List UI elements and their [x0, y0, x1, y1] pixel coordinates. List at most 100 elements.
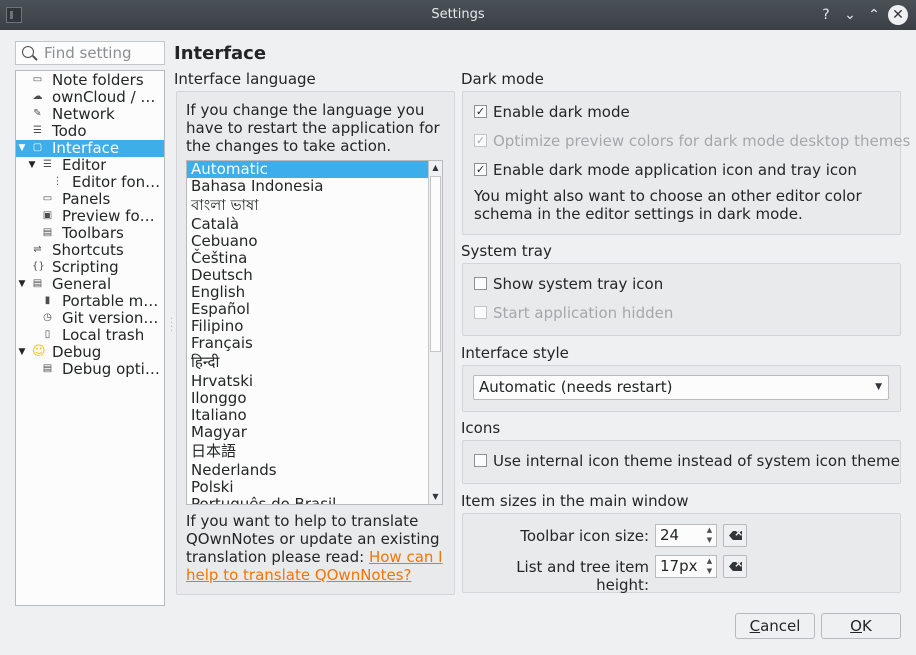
general-icon: ▤	[32, 278, 43, 289]
sidebar-item-editor-font[interactable]: ⋮ Editor font…	[16, 174, 164, 191]
sidebar-item-local-trash[interactable]: ▯ Local trash	[16, 327, 164, 344]
language-option[interactable]: English	[187, 284, 442, 301]
language-option[interactable]: Automatic	[187, 161, 442, 178]
sidebar-item-debug-opti[interactable]: ▤ Debug opti…	[16, 361, 164, 378]
sidebar-item-scripting[interactable]: {} Scripting	[16, 259, 164, 276]
shortcuts-icon: ⇌	[33, 244, 42, 255]
scripting-icon: {}	[32, 261, 45, 272]
language-option[interactable]: Nederlands	[187, 462, 442, 479]
checkbox-indicator[interactable]	[474, 454, 487, 467]
reset-tree-height-button[interactable]	[723, 555, 747, 578]
minimize-button[interactable]: ⌄	[840, 5, 860, 25]
sidebar-item-toolbars[interactable]: ▤ Toolbars	[16, 225, 164, 242]
stepper-arrows-icon[interactable]: ▲ ▼	[703, 556, 716, 577]
cloud-icon: ☁	[32, 91, 43, 102]
expand-arrow-icon[interactable]: ▼	[17, 344, 27, 361]
close-button[interactable]: ✕	[888, 5, 908, 25]
scroll-thumb[interactable]	[430, 176, 441, 352]
language-option[interactable]: Português do Brasil	[187, 496, 442, 505]
language-option[interactable]: Bahasa Indonesia	[187, 178, 442, 195]
expand-arrow-icon[interactable]: ▼	[17, 140, 27, 157]
language-option[interactable]: Ilonggo	[187, 390, 442, 407]
sidebar-item-label: Debug	[52, 344, 102, 361]
settings-tree[interactable]: ▭ Note folders ☁ ownCloud / … ✎ Network ☰ Todo ▼…	[15, 70, 165, 606]
language-option[interactable]: 日本語	[187, 441, 442, 462]
network-icon: ✎	[33, 108, 42, 119]
checkbox-indicator[interactable]: ✓	[474, 163, 487, 176]
tree-item-height-stepper[interactable]: 17px ▲ ▼	[655, 555, 717, 578]
scroll-up-icon[interactable]: ▲	[429, 161, 442, 175]
stepper-arrows-icon[interactable]: ▲ ▼	[703, 525, 716, 546]
search-input[interactable]	[44, 43, 162, 63]
language-option[interactable]: বাংলা ভাষা	[187, 195, 442, 216]
sidebar-item-label: Network	[52, 106, 115, 123]
sidebar-item-label: Toolbars	[62, 225, 124, 242]
language-option[interactable]: हिन्दी	[187, 352, 442, 373]
sidebar-item-panels[interactable]: ▭ Panels	[16, 191, 164, 208]
preview-icon: ▣	[42, 210, 53, 221]
language-option[interactable]: Hrvatski	[187, 373, 442, 390]
sidebar-item-label: Local trash	[62, 327, 145, 344]
sidebar-item-interface[interactable]: ▼ ▢ Interface	[16, 140, 164, 157]
language-option[interactable]: Filipino	[187, 318, 442, 335]
reset-toolbar-size-button[interactable]	[723, 524, 747, 547]
language-option[interactable]: Español	[187, 301, 442, 318]
checkbox-indicator	[474, 306, 487, 319]
chevron-down-icon: ▼	[875, 382, 882, 392]
clear-icon	[729, 531, 742, 540]
language-option[interactable]: Čeština	[187, 250, 442, 267]
sidebar-item-label: Interface	[52, 140, 120, 157]
sidebar-item-network[interactable]: ✎ Network	[16, 106, 164, 123]
icons-heading: Icons	[461, 419, 501, 437]
checkbox-indicator: ✓	[474, 134, 487, 147]
sidebar-item-owncloud[interactable]: ☁ ownCloud / …	[16, 89, 164, 106]
interface-icon: ▢	[32, 142, 43, 153]
scroll-down-icon[interactable]: ▼	[429, 490, 442, 504]
sidebar-item-git-versioning[interactable]: ◷ Git versioning	[16, 310, 164, 327]
todo-icon: ☰	[33, 125, 42, 136]
help-button[interactable]: ?	[816, 5, 836, 25]
splitter-handle[interactable]: · · · ·	[170, 315, 173, 337]
sidebar-item-note-folders[interactable]: ▭ Note folders	[16, 72, 164, 89]
panels-icon: ▭	[42, 193, 53, 204]
sidebar-item-label: Scripting	[52, 259, 119, 276]
language-option[interactable]: Català	[187, 216, 442, 233]
sidebar-item-general[interactable]: ▼ ▤ General	[16, 276, 164, 293]
language-option[interactable]: Français	[187, 335, 442, 352]
expand-arrow-icon[interactable]: ▼	[27, 157, 37, 174]
toolbars-icon: ▤	[42, 227, 53, 238]
sidebar-item-label: Editor	[62, 157, 107, 174]
sidebar-item-editor[interactable]: ▼ ☰ Editor	[16, 157, 164, 174]
interface-style-select[interactable]: Automatic (needs restart) ▼	[473, 375, 889, 400]
checkbox-indicator[interactable]: ✓	[474, 105, 487, 118]
sidebar-item-shortcuts[interactable]: ⇌ Shortcuts	[16, 242, 164, 259]
language-list[interactable]: Automatic Bahasa Indonesia বাংলা ভাষা Catal…	[186, 160, 443, 505]
toolbar-icon-size-stepper[interactable]: 24 ▲ ▼	[655, 524, 717, 547]
editor-icon: ☰	[43, 159, 52, 170]
sidebar-item-preview-fonts[interactable]: ▣ Preview fonts	[16, 208, 164, 225]
checkbox-indicator[interactable]	[474, 277, 487, 290]
sidebar-item-label: Editor font…	[72, 174, 162, 191]
page-title: Interface	[174, 43, 267, 64]
sidebar-item-todo[interactable]: ☰ Todo	[16, 123, 164, 140]
tree-item-height-label: List and tree item height:	[516, 558, 649, 594]
expand-arrow-icon[interactable]: ▼	[17, 276, 27, 293]
sidebar-item-debug[interactable]: ▼ ☺ Debug	[16, 344, 164, 361]
dark-mode-heading: Dark mode	[461, 70, 544, 88]
language-scrollbar[interactable]: ▲ ▼	[428, 161, 442, 504]
cancel-button[interactable]: Cancel	[735, 613, 815, 639]
search-box[interactable]	[15, 41, 165, 65]
sidebar-item-portable-m[interactable]: ▮ Portable m…	[16, 293, 164, 310]
item-sizes-heading: Item sizes in the main window	[461, 492, 689, 510]
language-option[interactable]: Italiano	[187, 407, 442, 424]
ok-button[interactable]: OK	[821, 613, 901, 639]
system-tray-heading: System tray	[461, 242, 552, 260]
language-option[interactable]: Cebuano	[187, 233, 442, 250]
language-option[interactable]: Deutsch	[187, 267, 442, 284]
language-option[interactable]: Magyar	[187, 424, 442, 441]
language-option[interactable]: Polski	[187, 479, 442, 496]
translate-info: If you want to help to translate QOwnNot…	[186, 512, 448, 584]
maximize-button[interactable]: ⌃	[864, 5, 884, 25]
interface-style-heading: Interface style	[461, 344, 569, 362]
sidebar-item-label: Debug opti…	[62, 361, 160, 378]
